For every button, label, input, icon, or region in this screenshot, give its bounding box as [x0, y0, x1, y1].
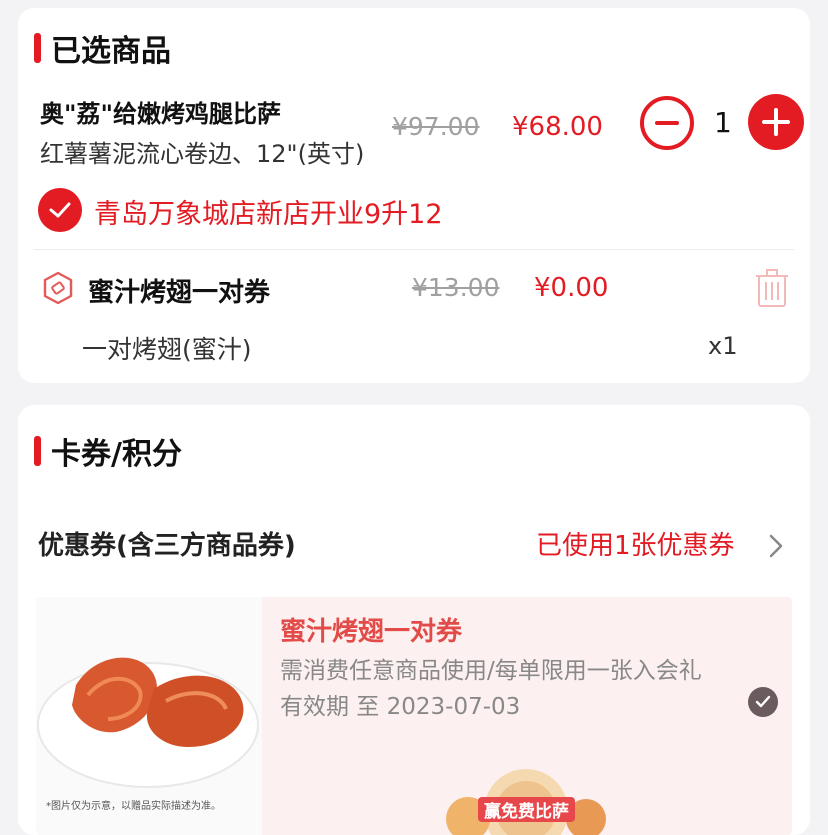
trash-icon[interactable]	[754, 268, 790, 312]
promo-badge: 赢免费比萨	[478, 797, 575, 822]
coupon-item-name: 蜜汁烤翅一对券	[88, 278, 271, 308]
product-current-price: ¥68.00	[512, 112, 603, 142]
chicken-wings-image: *图片仅为示意，以赠品实际描述为准。	[36, 597, 262, 835]
product-name: 奥"荔"给嫩烤鸡腿比萨	[40, 100, 282, 128]
section-title: 已选商品	[34, 26, 171, 70]
cards-points-card: 卡券/积分 优惠券(含三方商品券) 已使用1张优惠券 *图片仅为示意，以赠品实际…	[18, 405, 810, 835]
coupon-tag-icon	[40, 270, 76, 310]
coupon-current-price: ¥0.00	[534, 273, 609, 303]
section-title-text: 已选商品	[51, 34, 171, 69]
title-accent-bar	[34, 33, 41, 63]
promotion-check-icon[interactable]	[38, 188, 82, 232]
section-title-text: 卡券/积分	[51, 437, 182, 472]
coupon-card-subtitle: 需消费任意商品使用/每单限用一张入会礼	[280, 658, 702, 684]
coupon-card-title: 蜜汁烤翅一对券	[280, 617, 463, 647]
section-title: 卡券/积分	[34, 429, 182, 473]
promotion-text[interactable]: 青岛万象城店新店开业9升12	[94, 192, 443, 231]
coupon-card[interactable]: *图片仅为示意，以赠品实际描述为准。 蜜汁烤翅一对券 需消费任意商品使用/每单限…	[36, 597, 792, 835]
product-original-price: ¥97.00	[392, 112, 480, 141]
coupon-item-qty: x1	[708, 332, 738, 360]
selected-items-card: 已选商品 奥"荔"给嫩烤鸡腿比萨 红薯薯泥流心卷边、12"(英寸) ¥97.00…	[18, 8, 810, 383]
coupon-row-label[interactable]: 优惠券(含三方商品券)	[38, 525, 296, 562]
product-desc: 红薯薯泥流心卷边、12"(英寸)	[40, 140, 365, 168]
coupon-card-validity: 有效期 至 2023-07-03	[280, 694, 521, 720]
quantity-decrease-button[interactable]	[640, 96, 694, 150]
divider	[34, 249, 794, 250]
coupon-item-detail: 一对烤翅(蜜汁)	[82, 335, 252, 364]
coupon-selected-check-icon[interactable]	[748, 687, 778, 717]
coupon-row-value[interactable]: 已使用1张优惠券	[536, 525, 735, 562]
quantity-increase-button[interactable]	[748, 94, 804, 150]
chevron-right-icon[interactable]	[768, 533, 784, 563]
coupon-original-price: ¥13.00	[412, 273, 500, 302]
image-caption: *图片仅为示意，以赠品实际描述为准。	[46, 801, 221, 812]
quantity-value: 1	[714, 106, 732, 139]
title-accent-bar	[34, 436, 41, 466]
